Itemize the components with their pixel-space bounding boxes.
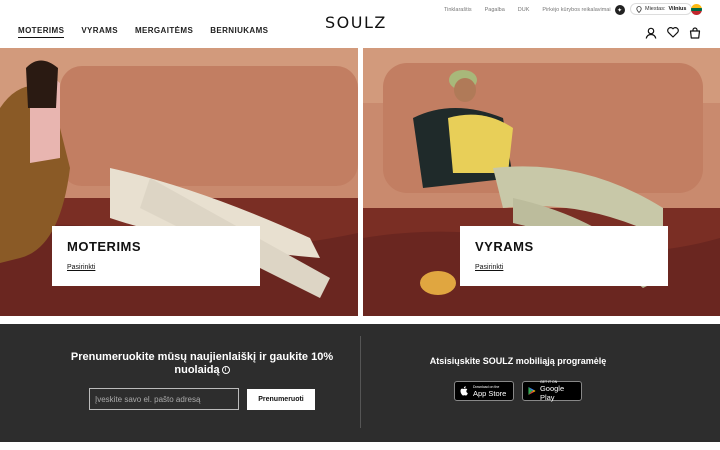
location-pin-icon [636,5,642,13]
city-value: Vilnius [668,6,687,12]
nav-item-berniukams[interactable]: BERNIUKAMS [210,26,268,38]
nav-item-moterims[interactable]: MOTERIMS [18,26,65,38]
gift-icon[interactable]: ✦ [614,5,625,15]
language-flag-icon[interactable] [691,4,702,15]
promo-link[interactable]: Pirkėjo kūrybos reikalavimai [542,7,610,13]
hero-women-link[interactable]: Pasirinkti [67,264,95,271]
email-input[interactable]: Įveskite savo el. pašto adresą [89,388,239,410]
city-label: Miestas: [645,6,666,12]
apple-icon [460,386,468,396]
header-icons [644,26,701,39]
top-links: Tinklaraštis Pagalba DUK Pirkėjo kūrybos… [444,5,625,15]
info-icon[interactable]: i [221,366,230,375]
hero-men-title: VYRAMS [475,239,534,254]
newsletter-section: Prenumeruokite mūsų naujienlaiškį ir gau… [0,324,720,442]
help-link[interactable]: Pagalba [485,7,505,13]
app-title: Atsisiųskite SOULZ mobiliąją programėlę [429,356,607,366]
hero-men-card: VYRAMS Pasirinkti [460,226,668,286]
hero-women-card: MOTERIMS Pasirinkti [52,226,260,286]
section-divider [360,336,361,428]
hero-women-title: MOTERIMS [67,239,142,254]
google-play-text: GET IT ON Google Play [540,380,576,402]
newsletter-title: Prenumeruokite mūsų naujienlaiškį ir gau… [68,351,336,377]
hero-women[interactable]: MOTERIMS Pasirinkti [0,48,358,316]
app-store-button[interactable]: Download on the App Store [454,381,514,401]
newsletter-title-text: Prenumeruokite mūsų naujienlaiškį ir gau… [70,351,334,376]
main-nav: MOTERIMS VYRAMS MERGAITĖMS BERNIUKAMS [18,26,268,38]
hero-men-link[interactable]: Pasirinkti [475,264,503,271]
blog-link[interactable]: Tinklaraštis [444,7,472,13]
logo[interactable]: SOULZ [325,13,387,32]
site-header: MOTERIMS VYRAMS MERGAITĖMS BERNIUKAMS SO… [0,0,720,48]
user-icon[interactable] [644,26,657,39]
google-play-button[interactable]: GET IT ON Google Play [522,380,582,402]
app-store-text: Download on the App Store [473,385,506,398]
nav-item-vyrams[interactable]: VYRAMS [81,26,118,38]
google-play-icon [528,387,536,395]
google-play-big: Google Play [539,384,565,402]
subscribe-button[interactable]: Prenumeruoti [247,389,315,410]
app-store-big: App Store [473,388,507,398]
faq-link[interactable]: DUK [518,7,530,13]
heart-icon[interactable] [666,26,679,39]
city-selector[interactable]: Miestas: Vilnius [630,3,693,15]
nav-item-mergaitems[interactable]: MERGAITĖMS [135,26,193,38]
shopping-bag-icon[interactable] [688,26,701,39]
hero-men[interactable]: VYRAMS Pasirinkti [363,48,720,316]
